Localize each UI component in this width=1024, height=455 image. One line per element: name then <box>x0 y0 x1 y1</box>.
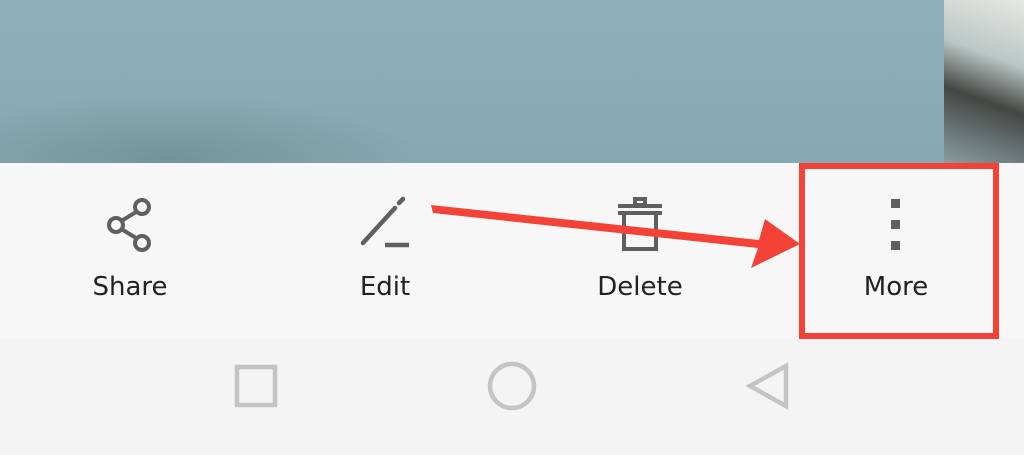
edit-pencil-icon <box>353 193 417 257</box>
home-button[interactable] <box>482 358 542 418</box>
photo-corner-detail <box>944 0 1024 163</box>
back-button[interactable] <box>738 358 798 418</box>
more-vertical-icon <box>864 193 928 257</box>
square-recents-icon <box>231 361 281 415</box>
more-button[interactable]: More <box>816 193 976 313</box>
delete-label: Delete <box>597 272 683 302</box>
edit-label: Edit <box>359 272 411 302</box>
trash-icon <box>608 193 672 257</box>
recents-button[interactable] <box>226 358 286 418</box>
triangle-back-icon <box>742 360 794 416</box>
edit-button[interactable]: Edit <box>305 193 465 313</box>
share-button[interactable]: Share <box>50 193 210 313</box>
delete-button[interactable]: Delete <box>560 193 720 313</box>
photo-preview <box>0 0 1024 163</box>
share-label: Share <box>92 272 168 302</box>
photo-shadow <box>0 95 420 163</box>
circle-home-icon <box>485 359 539 417</box>
more-label: More <box>863 272 929 302</box>
system-navigation-bar <box>0 338 1024 455</box>
photo-action-bar: Share Edit Delete More <box>0 163 1024 338</box>
phone-screen: Share Edit Delete More <box>0 0 1024 455</box>
share-icon <box>98 193 162 257</box>
